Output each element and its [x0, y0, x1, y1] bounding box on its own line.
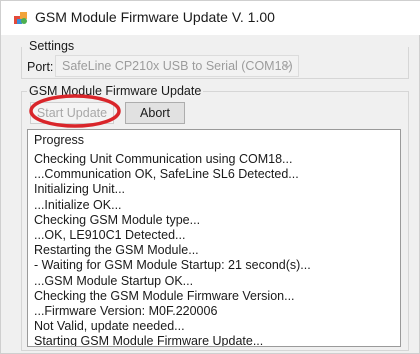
- progress-header: Progress: [34, 133, 85, 147]
- progress-line: Checking Unit Communication using COM18.…: [34, 152, 293, 166]
- progress-line: Restarting the GSM Module...: [34, 243, 199, 258]
- chevron-down-icon: [282, 63, 292, 69]
- progress-line: Initializing Unit...: [34, 182, 126, 197]
- progress-line: ...Initialize OK...: [34, 197, 122, 212]
- port-select[interactable]: SafeLine CP210x USB to Serial (COM18): [55, 55, 299, 77]
- progress-line: Not Valid, update needed...: [34, 319, 185, 334]
- port-select-value: SafeLine CP210x USB to Serial (COM18): [62, 59, 293, 73]
- firmware-update-window: GSM Module Firmware Update V. 1.00 Setti…: [0, 0, 420, 354]
- progress-line: Starting GSM Module Firmware Update...: [34, 334, 264, 347]
- app-puzzle-icon: [14, 12, 27, 24]
- settings-group-label: Settings: [27, 39, 77, 53]
- firmware-update-group-label: GSM Module Firmware Update: [27, 84, 204, 98]
- abort-button[interactable]: Abort: [125, 102, 185, 124]
- title-bar[interactable]: GSM Module Firmware Update V. 1.00: [1, 1, 420, 35]
- start-update-button[interactable]: Start Update: [30, 102, 114, 124]
- progress-line: Checking GSM Module type...: [34, 212, 201, 227]
- progress-line: ...Firmware Version: M0F.220006: [34, 304, 218, 319]
- progress-lines: Checking Unit Communication using COM18.…: [34, 152, 311, 347]
- progress-log[interactable]: Progress Checking Unit Communication usi…: [27, 129, 401, 347]
- progress-line: ...OK, LE910C1 Detected...: [34, 228, 186, 243]
- progress-line: ...GSM Module Startup OK...: [34, 273, 194, 288]
- progress-line: Checking the GSM Module Firmware Version…: [34, 288, 295, 303]
- window-title: GSM Module Firmware Update V. 1.00: [35, 9, 275, 25]
- port-label: Port:: [27, 60, 54, 74]
- progress-line: - Waiting for GSM Module Startup: 21 sec…: [34, 258, 311, 273]
- progress-line: ...Communication OK, SafeLine SL6 Detect…: [34, 167, 299, 182]
